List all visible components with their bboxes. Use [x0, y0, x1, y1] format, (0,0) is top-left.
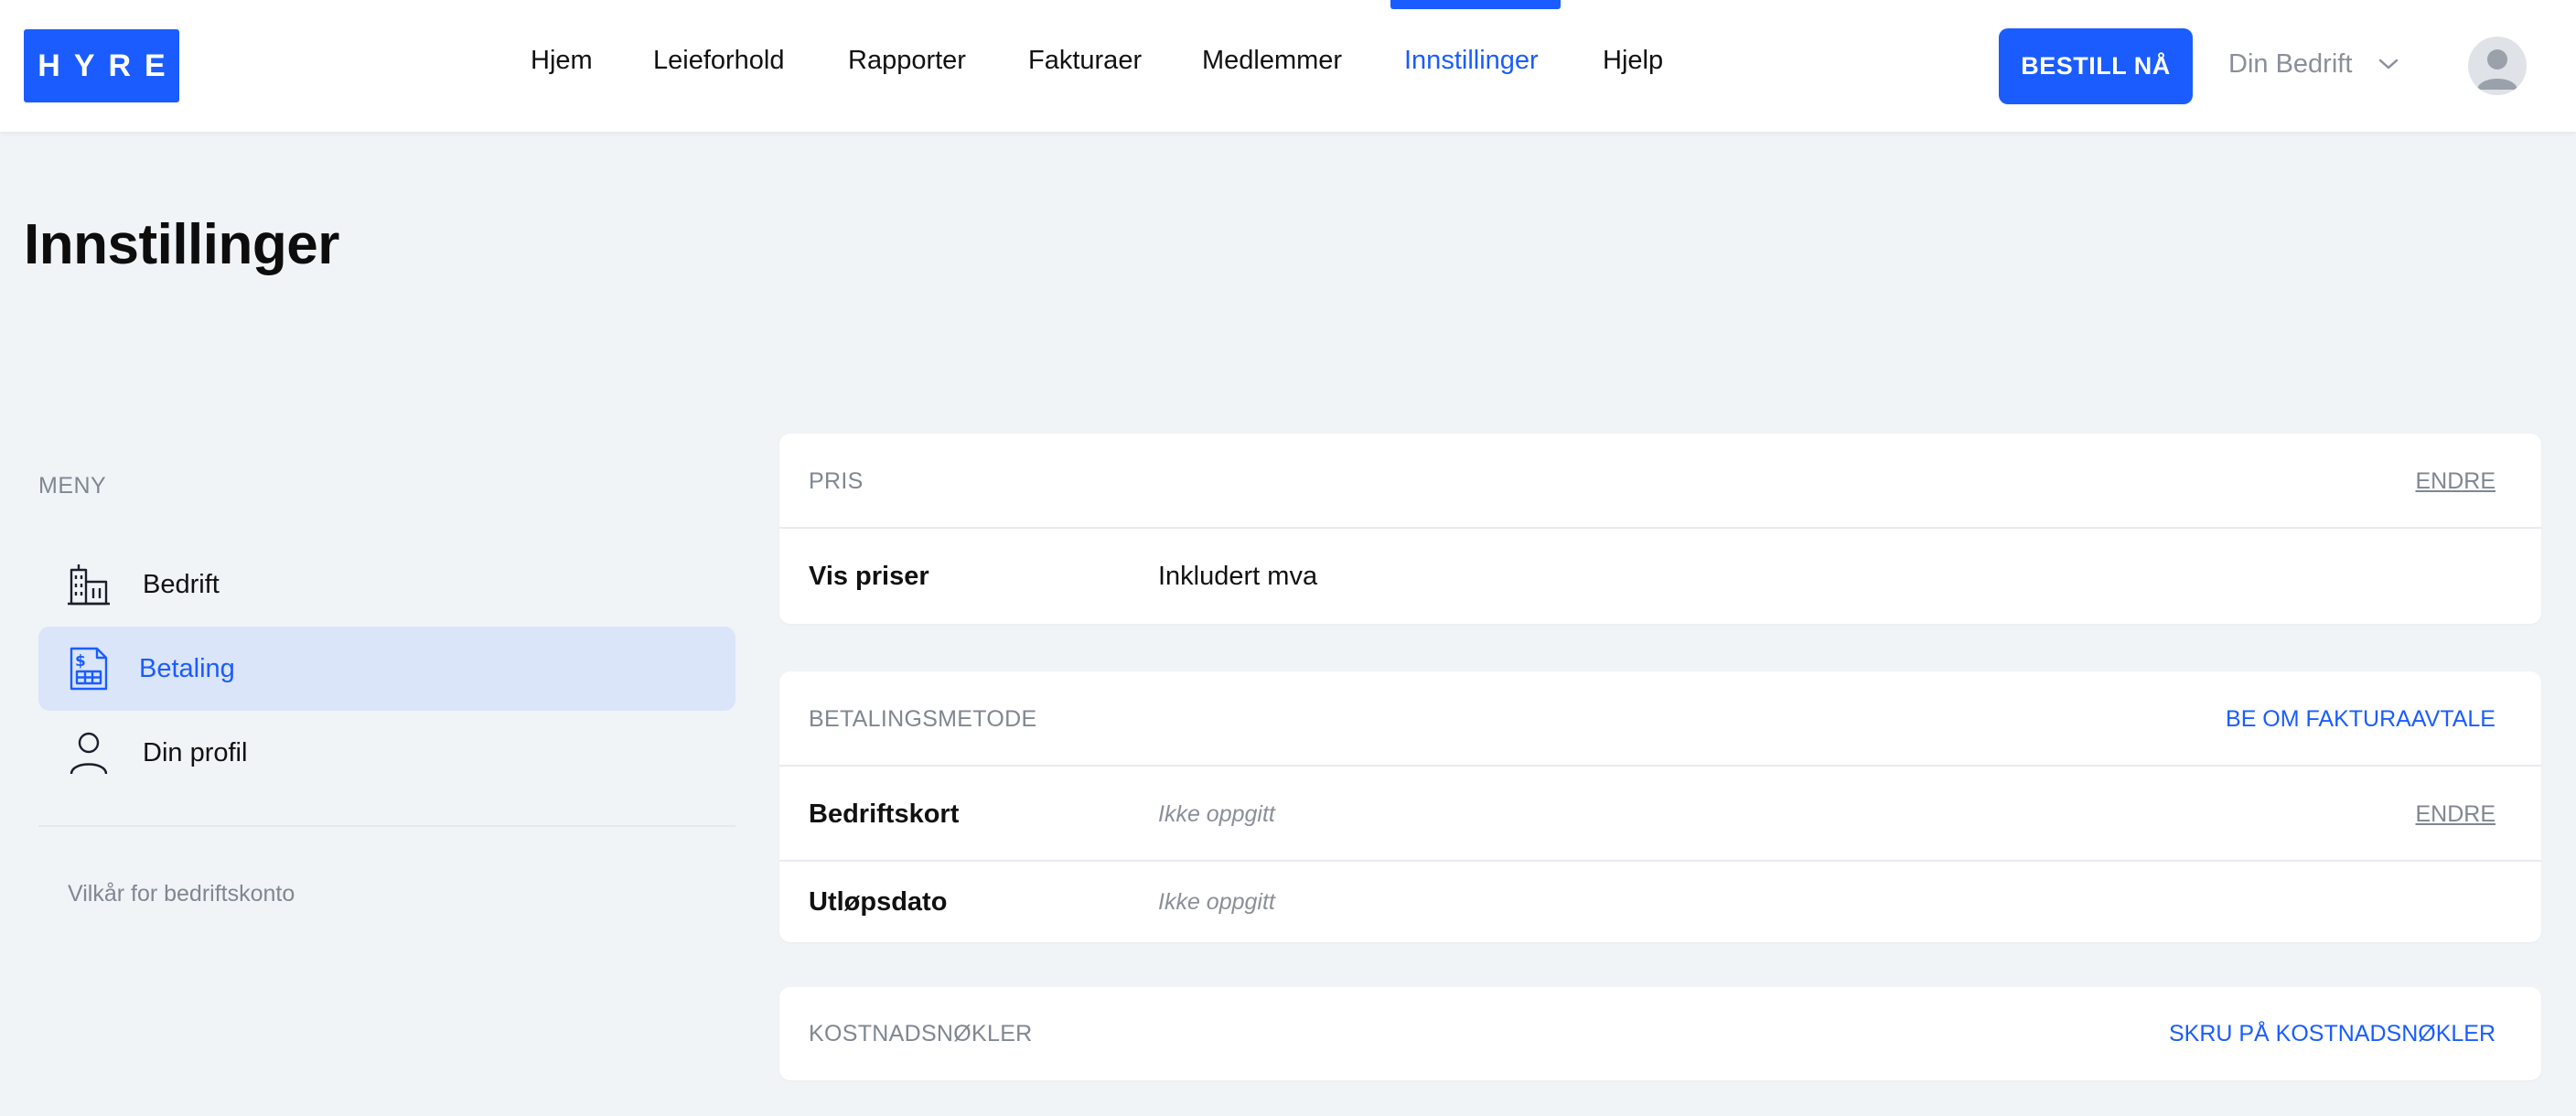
card-title: PRIS [809, 468, 864, 494]
sidebar-divider [38, 825, 735, 827]
nav-rapporter[interactable]: Rapporter [848, 46, 966, 76]
row-label: Bedriftskort [809, 799, 960, 829]
sidebar-item-label: Betaling [139, 653, 235, 683]
chevron-down-icon [2379, 59, 2399, 70]
company-name: Din Bedrift [2228, 48, 2353, 79]
nav-leieforhold[interactable]: Leieforhold [653, 46, 785, 76]
row-value: Ikke oppgitt [1158, 889, 1275, 915]
person-icon [70, 732, 108, 775]
nav-hjem[interactable]: Hjem [531, 46, 593, 76]
row-value: Ikke oppgitt [1158, 801, 1275, 827]
menu-heading: MENY [38, 473, 107, 499]
row-label: Vis priser [809, 562, 929, 591]
row-value: Inkludert mva [1158, 562, 1318, 591]
sidebar-item-label: Bedrift [143, 569, 220, 599]
order-now-button[interactable]: BESTILL NÅ [1999, 28, 2193, 104]
card-title: BETALINGSMETODE [809, 706, 1037, 732]
cost-keys-card: KOSTNADSNØKLER SKRU PÅ KOSTNADSNØKLER [779, 987, 2541, 1080]
hyre-logo[interactable]: HYRE [24, 29, 179, 102]
sidebar-item-label: Din profil [143, 737, 248, 767]
enable-cost-keys-link[interactable]: SKRU PÅ KOSTNADSNØKLER [2169, 987, 2496, 1080]
building-icon [68, 564, 110, 606]
nav-fakturaer[interactable]: Fakturaer [1028, 46, 1142, 76]
logo-text: HYRE [38, 48, 179, 83]
card-header: PRIS ENDRE [779, 434, 2541, 529]
user-avatar[interactable] [2468, 37, 2527, 95]
invoice-icon: $ [70, 647, 108, 691]
sidebar-item-betaling[interactable]: $ Betaling [38, 627, 735, 711]
expiry-date-row: Utløpsdato Ikke oppgitt [779, 862, 2541, 942]
card-header: KOSTNADSNØKLER SKRU PÅ KOSTNADSNØKLER [779, 987, 2541, 1080]
card-header: BETALINGSMETODE BE OM FAKTURAAVTALE [779, 671, 2541, 767]
active-nav-indicator [1390, 0, 1561, 9]
request-invoice-agreement-link[interactable]: BE OM FAKTURAAVTALE [2226, 671, 2496, 767]
avatar-icon [2477, 49, 2517, 90]
card-title: KOSTNADSNØKLER [809, 1021, 1033, 1046]
sidebar-item-din-profil[interactable]: Din profil [38, 711, 735, 795]
row-label: Utløpsdato [809, 887, 948, 917]
terms-link[interactable]: Vilkår for bedriftskonto [68, 881, 295, 907]
payment-method-card: BETALINGSMETODE BE OM FAKTURAAVTALE Bedr… [779, 671, 2541, 942]
nav-hjelp[interactable]: Hjelp [1603, 46, 1663, 76]
edit-card-link[interactable]: ENDRE [2415, 767, 2496, 862]
price-card: PRIS ENDRE Vis priser Inkludert mva [779, 434, 2541, 624]
nav-innstillinger[interactable]: Innstillinger [1404, 46, 1539, 76]
top-header: HYRE Hjem Leieforhold Rapporter Fakturae… [0, 0, 2576, 132]
nav-medlemmer[interactable]: Medlemmer [1202, 46, 1342, 76]
page-title: Innstillinger [24, 213, 339, 276]
price-display-row: Vis priser Inkludert mva [779, 529, 2541, 624]
company-card-row: Bedriftskort Ikke oppgitt ENDRE [779, 767, 2541, 862]
edit-price-link[interactable]: ENDRE [2415, 434, 2496, 529]
company-selector[interactable]: Din Bedrift [2228, 46, 2399, 82]
svg-text:$: $ [75, 652, 86, 671]
sidebar-item-bedrift[interactable]: Bedrift [38, 542, 735, 627]
